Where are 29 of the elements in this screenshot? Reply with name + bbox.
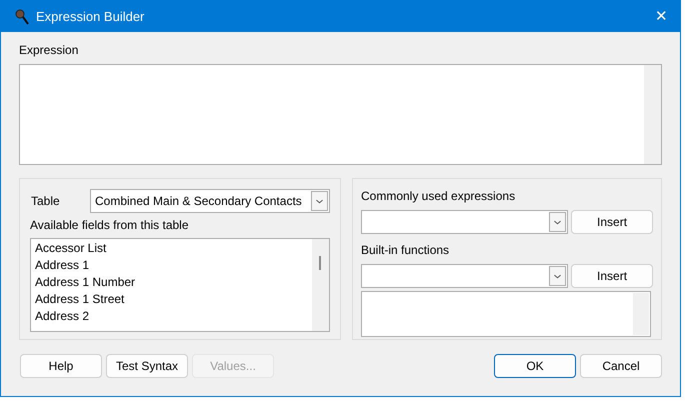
table-dropdown[interactable]: Combined Main & Secondary Contacts xyxy=(90,189,330,213)
insert-button[interactable]: Insert xyxy=(571,264,653,288)
dialog-button[interactable]: Cancel xyxy=(580,354,662,378)
dialog-button[interactable]: Test Syntax xyxy=(106,354,188,378)
field-list-item[interactable]: Address 1 xyxy=(35,257,312,274)
chevron-down-icon xyxy=(311,191,328,211)
common-expressions-label: Commonly used expressions xyxy=(361,188,516,205)
common-expressions-dropdown[interactable] xyxy=(361,210,568,234)
builtin-functions-label: Built-in functions xyxy=(361,242,450,259)
magnifier-icon xyxy=(15,8,29,24)
fields-label: Available fields from this table xyxy=(30,217,190,234)
expression-field[interactable] xyxy=(19,64,662,165)
window-title: Expression Builder xyxy=(36,8,144,26)
close-button[interactable]: ✕ xyxy=(655,9,668,24)
fields-list[interactable]: Accessor List Address 1 Address 1 Number Address 1 Street Address 2 xyxy=(30,238,330,332)
dialog-button[interactable]: Help xyxy=(20,354,102,378)
chevron-down-icon xyxy=(549,266,566,286)
chevron-down-icon xyxy=(549,212,566,232)
scrollbar-track xyxy=(633,293,649,335)
field-list-item[interactable]: Address 2 xyxy=(35,308,312,325)
table-label: Table xyxy=(30,193,61,210)
field-list-item[interactable]: Accessor List xyxy=(35,240,312,257)
expression-label: Expression xyxy=(19,42,80,59)
insert-button[interactable]: Insert xyxy=(571,210,653,234)
field-list-item[interactable]: Address 1 Number xyxy=(35,274,312,291)
builtin-functions-dropdown[interactable] xyxy=(361,264,568,288)
dialog-button[interactable]: OK xyxy=(494,354,576,378)
scrollbar-thumb[interactable] xyxy=(319,256,321,270)
field-list-item[interactable]: Address 1 Street xyxy=(35,291,312,308)
